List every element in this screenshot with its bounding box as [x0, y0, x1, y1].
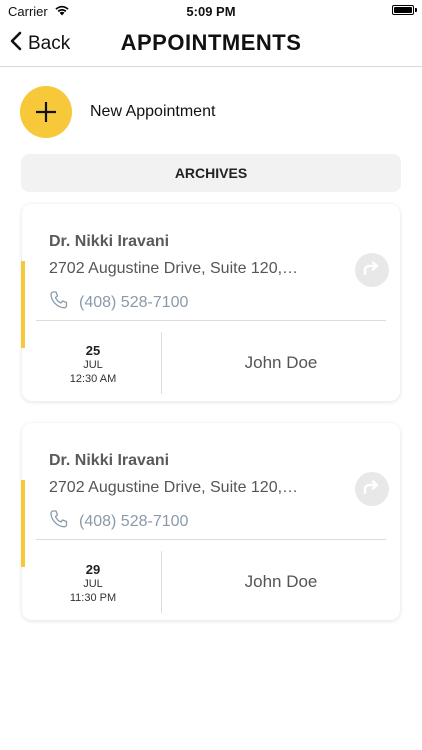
plus-icon: [20, 86, 72, 138]
address-text: 2702 Augustine Drive, Suite 120,…: [49, 479, 299, 496]
archives-button[interactable]: ARCHIVES: [21, 154, 401, 192]
date-month: JUL: [83, 578, 103, 590]
phone-link[interactable]: (408) 528-7100: [49, 509, 188, 534]
card-divider: [36, 539, 386, 540]
appointment-card[interactable]: Dr. Nikki Iravani 2702 Augustine Drive, …: [21, 204, 400, 401]
date-time: 12:30 AM: [69, 373, 117, 385]
directions-button[interactable]: [355, 253, 389, 287]
phone-number: (408) 528-7100: [79, 293, 189, 311]
date-block: 25 JUL 12:30 AM: [52, 343, 134, 386]
new-appointment-button[interactable]: New Appointment: [20, 86, 215, 138]
new-appointment-label: New Appointment: [90, 103, 216, 120]
status-time: 5:09 PM: [186, 4, 236, 19]
battery-icon: [392, 5, 417, 15]
directions-button[interactable]: [355, 472, 389, 506]
card-accent-bar: [21, 261, 25, 348]
date-day: 25: [85, 343, 101, 358]
phone-link[interactable]: (408) 528-7100: [49, 290, 188, 315]
archives-label: ARCHIVES: [174, 165, 248, 181]
share-arrow-icon: [363, 479, 381, 499]
date-month: JUL: [83, 359, 103, 371]
patient-name: John Doe: [244, 572, 318, 591]
card-divider: [36, 320, 386, 321]
doctor-name: Dr. Nikki Iravani: [49, 233, 170, 250]
phone-icon: [49, 509, 69, 534]
date-block: 29 JUL 11:30 PM: [52, 562, 134, 605]
date-time: 11:30 PM: [69, 592, 117, 604]
page-title: APPOINTMENTS: [120, 30, 302, 55]
phone-icon: [49, 290, 69, 315]
card-accent-bar: [21, 480, 25, 567]
navigation-bar: Back APPOINTMENTS: [0, 22, 422, 67]
doctor-name: Dr. Nikki Iravani: [49, 452, 170, 469]
date-day: 29: [85, 562, 101, 577]
patient-name: John Doe: [244, 353, 318, 372]
share-arrow-icon: [363, 260, 381, 280]
phone-number: (408) 528-7100: [79, 512, 189, 530]
address-text: 2702 Augustine Drive, Suite 120,…: [49, 260, 299, 277]
status-bar: Carrier 5:09 PM: [0, 0, 422, 22]
appointment-card[interactable]: Dr. Nikki Iravani 2702 Augustine Drive, …: [21, 423, 400, 620]
